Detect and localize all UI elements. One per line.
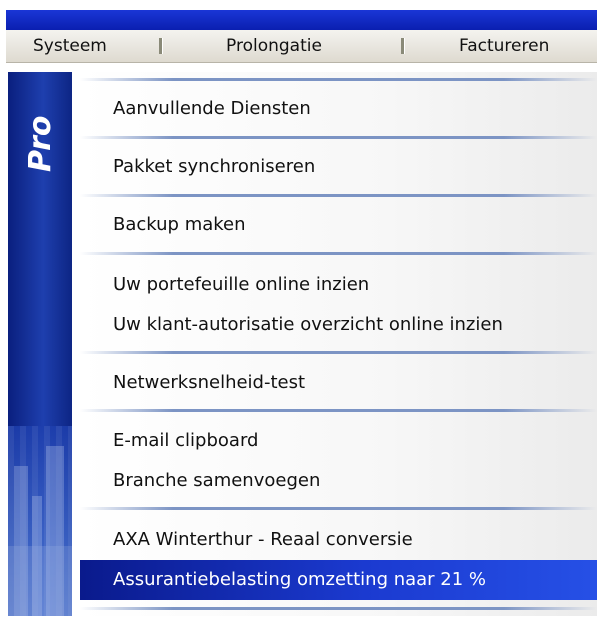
menu-separator bbox=[159, 38, 163, 54]
menu-divider bbox=[80, 78, 597, 81]
pro-logo: Pro bbox=[23, 115, 58, 172]
menu-divider bbox=[80, 409, 597, 412]
menu-divider bbox=[80, 507, 597, 510]
menu-item-backup-maken[interactable]: Backup maken bbox=[80, 205, 597, 245]
menu-sidebar-banner: Pro bbox=[8, 72, 72, 616]
menu-prolongatie[interactable]: Prolongatie bbox=[226, 36, 322, 56]
dropdown-menu: Aanvullende Diensten Pakket synchroniser… bbox=[80, 72, 597, 616]
city-skyline-image bbox=[8, 426, 72, 616]
menu-item-klant-autorisatie[interactable]: Uw klant-autorisatie overzicht online in… bbox=[80, 305, 597, 345]
menu-item-axa-reaal-conversie[interactable]: AXA Winterthur - Reaal conversie bbox=[80, 520, 597, 560]
window-title-bar bbox=[6, 10, 597, 30]
menu-separator bbox=[401, 38, 405, 54]
menu-systeem[interactable]: Systeem bbox=[33, 36, 107, 56]
menu-divider bbox=[80, 252, 597, 255]
menu-item-branche-samenvoegen[interactable]: Branche samenvoegen bbox=[80, 461, 597, 501]
menu-divider bbox=[80, 607, 597, 610]
menu-item-netwerksnelheid-test[interactable]: Netwerksnelheid-test bbox=[80, 363, 597, 403]
menu-factureren[interactable]: Factureren bbox=[459, 36, 549, 56]
menu-item-aanvullende-diensten[interactable]: Aanvullende Diensten bbox=[80, 89, 597, 129]
menu-item-assurantiebelasting[interactable]: Assurantiebelasting omzetting naar 21 % bbox=[80, 560, 597, 600]
menu-divider bbox=[80, 136, 597, 139]
menu-divider bbox=[80, 194, 597, 197]
menu-bar: Systeem Prolongatie Factureren bbox=[6, 30, 597, 63]
menu-divider bbox=[80, 351, 597, 354]
menu-item-pakket-synchroniseren[interactable]: Pakket synchroniseren bbox=[80, 147, 597, 187]
menu-item-email-clipboard[interactable]: E-mail clipboard bbox=[80, 421, 597, 461]
menu-item-portefeuille-online[interactable]: Uw portefeuille online inzien bbox=[80, 265, 597, 305]
